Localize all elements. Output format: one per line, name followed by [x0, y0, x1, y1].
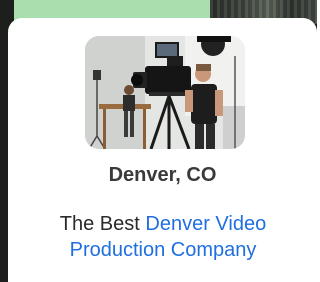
- card-description: The Best Denver Video Production Company: [38, 211, 288, 263]
- city-heading: Denver, CO: [108, 164, 217, 186]
- studio-photo[interactable]: [85, 36, 245, 149]
- description-prefix: The Best: [59, 213, 146, 235]
- studio-photo-image: [85, 36, 245, 149]
- location-card[interactable]: Denver, CO The Best Denver Video Product…: [8, 18, 317, 282]
